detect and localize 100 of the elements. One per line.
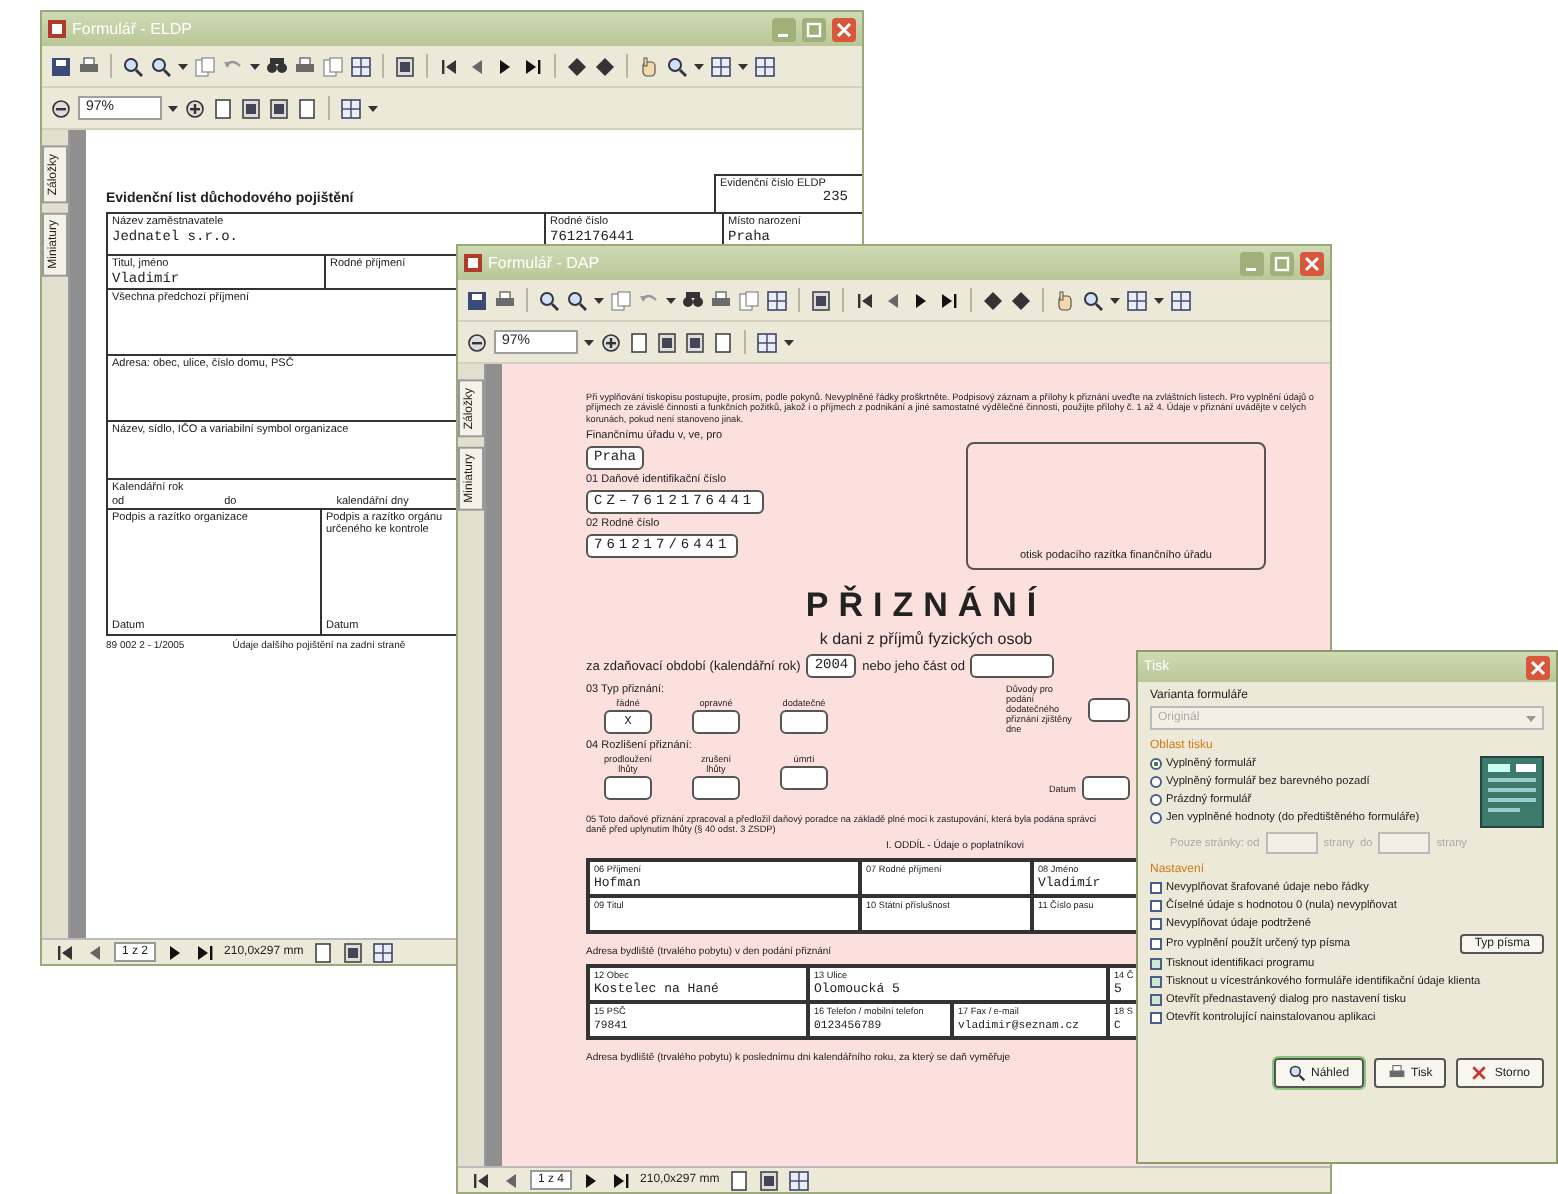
first-page-icon[interactable] <box>438 55 460 77</box>
caret-icon[interactable] <box>738 63 748 69</box>
page-icon[interactable] <box>757 1169 780 1191</box>
print-icon[interactable] <box>710 289 732 311</box>
input-field[interactable] <box>692 710 740 735</box>
grid-icon[interactable] <box>340 97 362 119</box>
page-icon[interactable] <box>268 97 290 119</box>
caret-icon[interactable] <box>784 339 794 345</box>
save-icon[interactable] <box>466 289 488 311</box>
page-icon[interactable] <box>810 289 832 311</box>
caret-icon[interactable] <box>250 63 260 69</box>
find-icon[interactable] <box>266 55 288 77</box>
close-button[interactable] <box>832 17 856 41</box>
input-field[interactable] <box>1082 776 1130 801</box>
grid-icon[interactable] <box>766 289 788 311</box>
diamond-icon[interactable] <box>594 55 616 77</box>
caret-icon[interactable] <box>594 297 604 303</box>
zoom-out-icon[interactable] <box>466 331 488 353</box>
radio-button[interactable] <box>1150 758 1162 770</box>
radio-button[interactable] <box>1150 794 1162 806</box>
page-icon[interactable] <box>296 97 318 119</box>
zoom-in-icon[interactable] <box>600 331 622 353</box>
checkbox[interactable] <box>1150 882 1162 894</box>
diamond-icon[interactable] <box>566 55 588 77</box>
caret-icon[interactable] <box>368 105 378 111</box>
checkbox[interactable] <box>1150 976 1162 988</box>
grid-icon[interactable] <box>371 941 394 963</box>
page-icon[interactable] <box>727 1169 750 1191</box>
form-subheading: k dani z příjmů fyzických osob <box>817 630 1035 649</box>
zoom-icon[interactable] <box>1082 289 1104 311</box>
page-preview-icon <box>1480 756 1544 828</box>
grid-icon[interactable] <box>350 55 372 77</box>
diamond-icon[interactable] <box>982 289 1004 311</box>
print-icon[interactable] <box>294 55 316 77</box>
search-icon[interactable] <box>150 55 172 77</box>
caret-icon[interactable] <box>666 297 676 303</box>
hand-icon[interactable] <box>1054 289 1076 311</box>
page-icon[interactable] <box>311 941 334 963</box>
caret-icon <box>1526 715 1536 721</box>
save-icon[interactable] <box>50 55 72 77</box>
grid-icon[interactable] <box>787 1169 810 1191</box>
last-page-icon[interactable] <box>522 55 544 77</box>
checkbox[interactable] <box>1150 918 1162 930</box>
input-field[interactable] <box>604 776 652 801</box>
window-title: Formulář - ELDP <box>72 20 195 38</box>
caret-icon[interactable] <box>1154 297 1164 303</box>
cross-icon <box>1470 1064 1489 1082</box>
zoom-in-icon[interactable] <box>184 97 206 119</box>
first-page-icon[interactable] <box>54 941 76 963</box>
find-icon[interactable] <box>682 289 704 311</box>
hand-icon[interactable] <box>638 55 660 77</box>
radio-button[interactable] <box>1150 812 1162 824</box>
print-icon[interactable] <box>494 289 516 311</box>
last-page-icon[interactable] <box>938 289 960 311</box>
page-icon[interactable] <box>240 97 262 119</box>
zoom-icon[interactable] <box>538 289 560 311</box>
page-icon[interactable] <box>212 97 234 119</box>
checkbox[interactable] <box>1150 900 1162 912</box>
input-field[interactable] <box>780 766 828 791</box>
diamond-icon[interactable] <box>1010 289 1032 311</box>
page-icon[interactable] <box>341 941 364 963</box>
input-field[interactable] <box>970 654 1055 679</box>
zoom-icon[interactable] <box>666 55 688 77</box>
zoom-icon[interactable] <box>122 55 144 77</box>
input-field[interactable] <box>692 776 740 801</box>
grid-icon[interactable] <box>754 55 776 77</box>
page-icon[interactable] <box>712 331 734 353</box>
window-title: Formulář - DAP <box>488 254 602 272</box>
last-page-icon[interactable] <box>194 941 217 963</box>
grid-icon[interactable] <box>1126 289 1148 311</box>
page-icon[interactable] <box>628 331 650 353</box>
page-icon[interactable] <box>684 331 706 353</box>
radio-button[interactable] <box>1150 776 1162 788</box>
close-button[interactable] <box>1526 655 1550 679</box>
checkbox[interactable] <box>1150 1012 1162 1024</box>
first-page-icon[interactable] <box>470 1169 492 1191</box>
grid-icon[interactable] <box>756 331 778 353</box>
magnifier-icon <box>1287 1064 1306 1082</box>
first-page-icon[interactable] <box>854 289 876 311</box>
caret-icon[interactable] <box>168 105 178 111</box>
checkbox[interactable] <box>1150 958 1162 970</box>
caret-icon[interactable] <box>694 63 704 69</box>
search-icon[interactable] <box>566 289 588 311</box>
checkbox[interactable] <box>1150 938 1162 950</box>
grid-icon[interactable] <box>1170 289 1192 311</box>
caret-icon[interactable] <box>1110 297 1120 303</box>
print-icon[interactable] <box>78 55 100 77</box>
page-icon[interactable] <box>394 55 416 77</box>
form-heading: PŘIZNÁNÍ <box>803 588 1049 625</box>
input-field[interactable] <box>780 710 828 735</box>
close-button[interactable] <box>1300 251 1324 275</box>
grid-icon[interactable] <box>710 55 732 77</box>
input-field[interactable] <box>1088 697 1130 722</box>
caret-icon[interactable] <box>584 339 594 345</box>
app-icon <box>464 254 482 272</box>
checkbox[interactable] <box>1150 994 1162 1006</box>
last-page-icon[interactable] <box>610 1169 633 1191</box>
page-icon[interactable] <box>656 331 678 353</box>
caret-icon[interactable] <box>178 63 188 69</box>
zoom-out-icon[interactable] <box>50 97 72 119</box>
